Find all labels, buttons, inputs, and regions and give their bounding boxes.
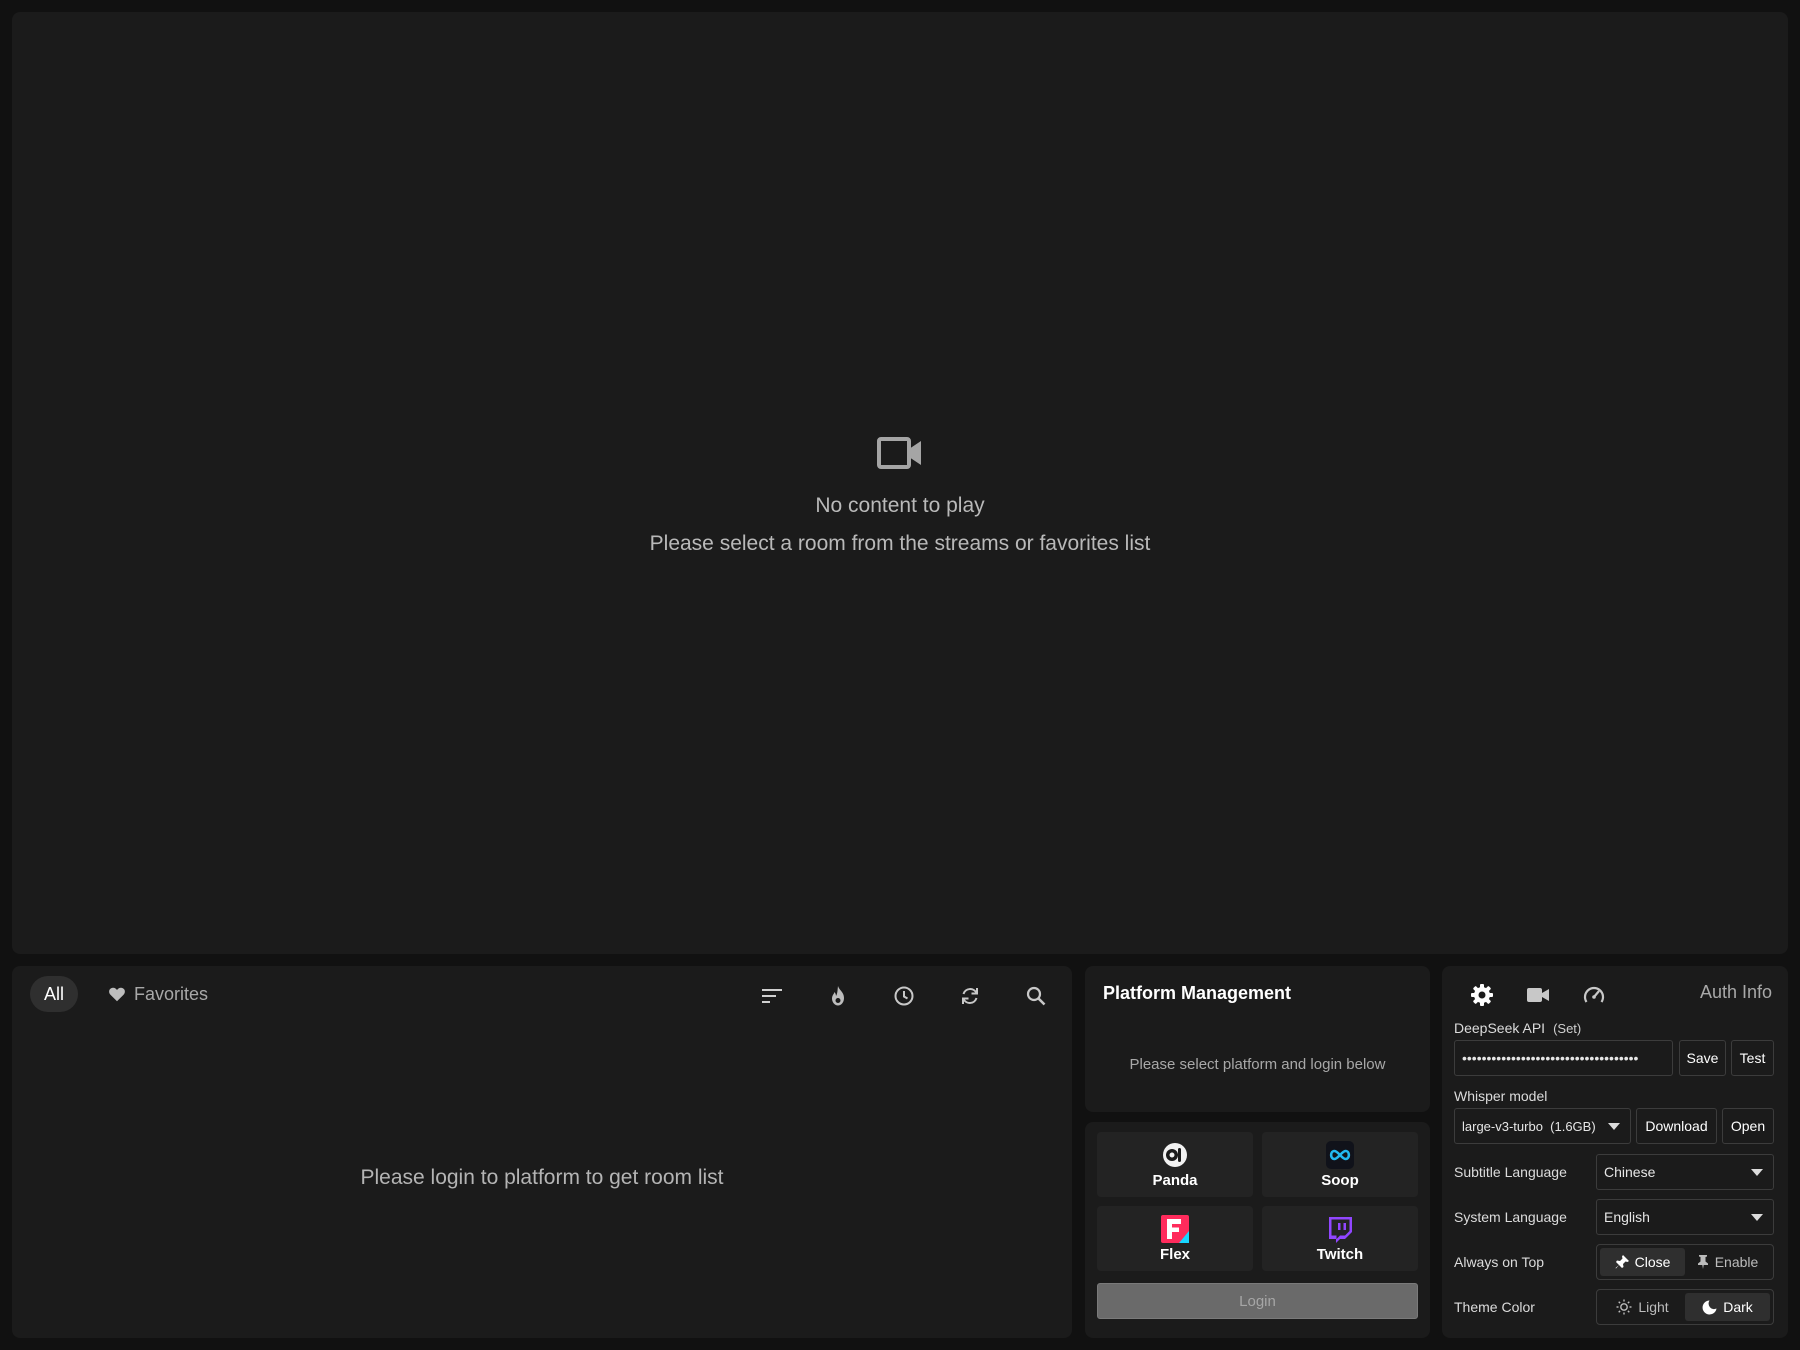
theme-light-label: Light: [1638, 1299, 1669, 1315]
player-empty-state: No content to play Please select a room …: [12, 436, 1788, 556]
settings-tab-performance[interactable]: [1576, 980, 1612, 1010]
always-on-top-close[interactable]: Close: [1600, 1248, 1685, 1276]
soop-logo-icon: [1326, 1140, 1354, 1169]
history-button[interactable]: [886, 980, 922, 1012]
hot-flame-icon: [832, 986, 844, 1006]
clock-icon: [894, 986, 914, 1006]
chevron-down-icon: [1751, 1169, 1763, 1176]
sort-button[interactable]: [754, 980, 790, 1012]
settings-panel: Auth Info DeepSeek API (Set) ••••••••••••…: [1442, 966, 1788, 1338]
theme-dark-label: Dark: [1723, 1299, 1753, 1315]
platform-soop[interactable]: Soop: [1262, 1132, 1418, 1197]
platform-twitch-label: Twitch: [1316, 1245, 1364, 1263]
platform-selector: Panda Soop Flex Twitch Login: [1085, 1122, 1430, 1338]
subtitle-language-label: Subtitle Language: [1454, 1164, 1567, 1180]
platform-soop-label: Soop: [1321, 1171, 1359, 1189]
always-on-top-enable[interactable]: Enable: [1685, 1248, 1770, 1276]
pin-outline-icon: [1697, 1255, 1708, 1269]
platform-panda[interactable]: Panda: [1097, 1132, 1253, 1197]
login-button[interactable]: Login: [1097, 1283, 1418, 1319]
pin-icon: [1615, 1255, 1629, 1269]
video-player: No content to play Please select a room …: [12, 12, 1788, 954]
subtitle-language-select[interactable]: Chinese: [1596, 1154, 1774, 1190]
room-list-empty-message: Please login to platform to get room lis…: [360, 1166, 724, 1189]
search-icon: [1026, 986, 1046, 1006]
whisper-open-button[interactable]: Open: [1722, 1108, 1774, 1144]
always-on-top-label: Always on Top: [1454, 1254, 1545, 1270]
chevron-down-icon: [1608, 1123, 1620, 1130]
platform-management-hint: Please select platform and login below: [1129, 1056, 1386, 1073]
panda-logo-icon: [1163, 1142, 1187, 1167]
deepseek-save-button[interactable]: Save: [1679, 1040, 1726, 1076]
deepseek-api-key-input[interactable]: ••••••••••••••••••••••••••••••••••••: [1454, 1040, 1673, 1076]
settings-tab-general[interactable]: [1464, 980, 1500, 1010]
room-toolbar: [724, 980, 1054, 1012]
platform-flex-label: Flex: [1159, 1245, 1190, 1263]
twitch-logo-icon: [1329, 1216, 1352, 1243]
room-list-panel: All Favorites Please login to platform t…: [12, 966, 1072, 1338]
settings-tab-video[interactable]: [1520, 980, 1556, 1010]
theme-color-label: Theme Color: [1454, 1299, 1535, 1315]
deepseek-api-label-text: DeepSeek API: [1454, 1020, 1546, 1036]
refresh-button[interactable]: [952, 980, 988, 1012]
platform-grid: Panda Soop Flex Twitch: [1097, 1132, 1418, 1271]
settings-tabs: [1464, 980, 1632, 1010]
heart-icon: [109, 987, 125, 1002]
system-language-select[interactable]: English: [1596, 1199, 1774, 1235]
sort-icon: [762, 989, 782, 1003]
theme-light[interactable]: Light: [1600, 1293, 1685, 1321]
tab-favorites[interactable]: Favorites: [94, 976, 222, 1012]
deepseek-test-button[interactable]: Test: [1731, 1040, 1774, 1076]
room-tabs: All Favorites: [30, 976, 222, 1012]
moon-icon: [1702, 1300, 1717, 1314]
video-camera-icon: [1527, 988, 1549, 1002]
chevron-down-icon: [1751, 1214, 1763, 1221]
hot-button[interactable]: [820, 980, 856, 1012]
auth-info-link[interactable]: Auth Info: [1700, 982, 1772, 1003]
theme-dark[interactable]: Dark: [1685, 1293, 1770, 1321]
deepseek-api-label: DeepSeek API (Set): [1454, 1020, 1581, 1036]
always-on-top-close-label: Close: [1634, 1254, 1671, 1270]
sun-icon: [1616, 1299, 1632, 1315]
tab-favorites-label: Favorites: [134, 983, 209, 1004]
refresh-icon: [962, 988, 978, 1004]
always-on-top-enable-label: Enable: [1714, 1254, 1759, 1270]
platform-flex[interactable]: Flex: [1097, 1206, 1253, 1271]
player-empty-subtitle: Please select a room from the streams or…: [649, 532, 1151, 555]
speedometer-icon: [1583, 986, 1605, 1003]
whisper-model-label: Whisper model: [1454, 1088, 1548, 1104]
gear-icon: [1471, 984, 1493, 1006]
whisper-model-value: large-v3-turbo (1.6GB): [1462, 1118, 1596, 1134]
search-button[interactable]: [1018, 980, 1054, 1012]
platform-twitch[interactable]: Twitch: [1262, 1206, 1418, 1271]
subtitle-language-value: Chinese: [1604, 1164, 1656, 1180]
always-on-top-toggle: Close Enable: [1596, 1244, 1774, 1280]
player-empty-title: No content to play: [815, 494, 985, 517]
system-language-label: System Language: [1454, 1209, 1567, 1225]
theme-color-toggle: Light Dark: [1596, 1289, 1774, 1325]
platform-management-title: Platform Management: [1103, 983, 1292, 1003]
flex-logo-icon: [1161, 1214, 1189, 1243]
system-language-value: English: [1604, 1209, 1650, 1225]
whisper-model-select[interactable]: large-v3-turbo (1.6GB): [1454, 1108, 1631, 1144]
platform-management-panel: Platform Management Please select platfo…: [1085, 966, 1430, 1112]
platform-panda-label: Panda: [1152, 1171, 1198, 1189]
video-camera-icon: [877, 437, 921, 469]
tab-all-label: All: [44, 983, 65, 1004]
tab-all[interactable]: All: [30, 976, 79, 1012]
whisper-download-button[interactable]: Download: [1636, 1108, 1717, 1144]
deepseek-api-status: (Set): [1553, 1021, 1582, 1036]
